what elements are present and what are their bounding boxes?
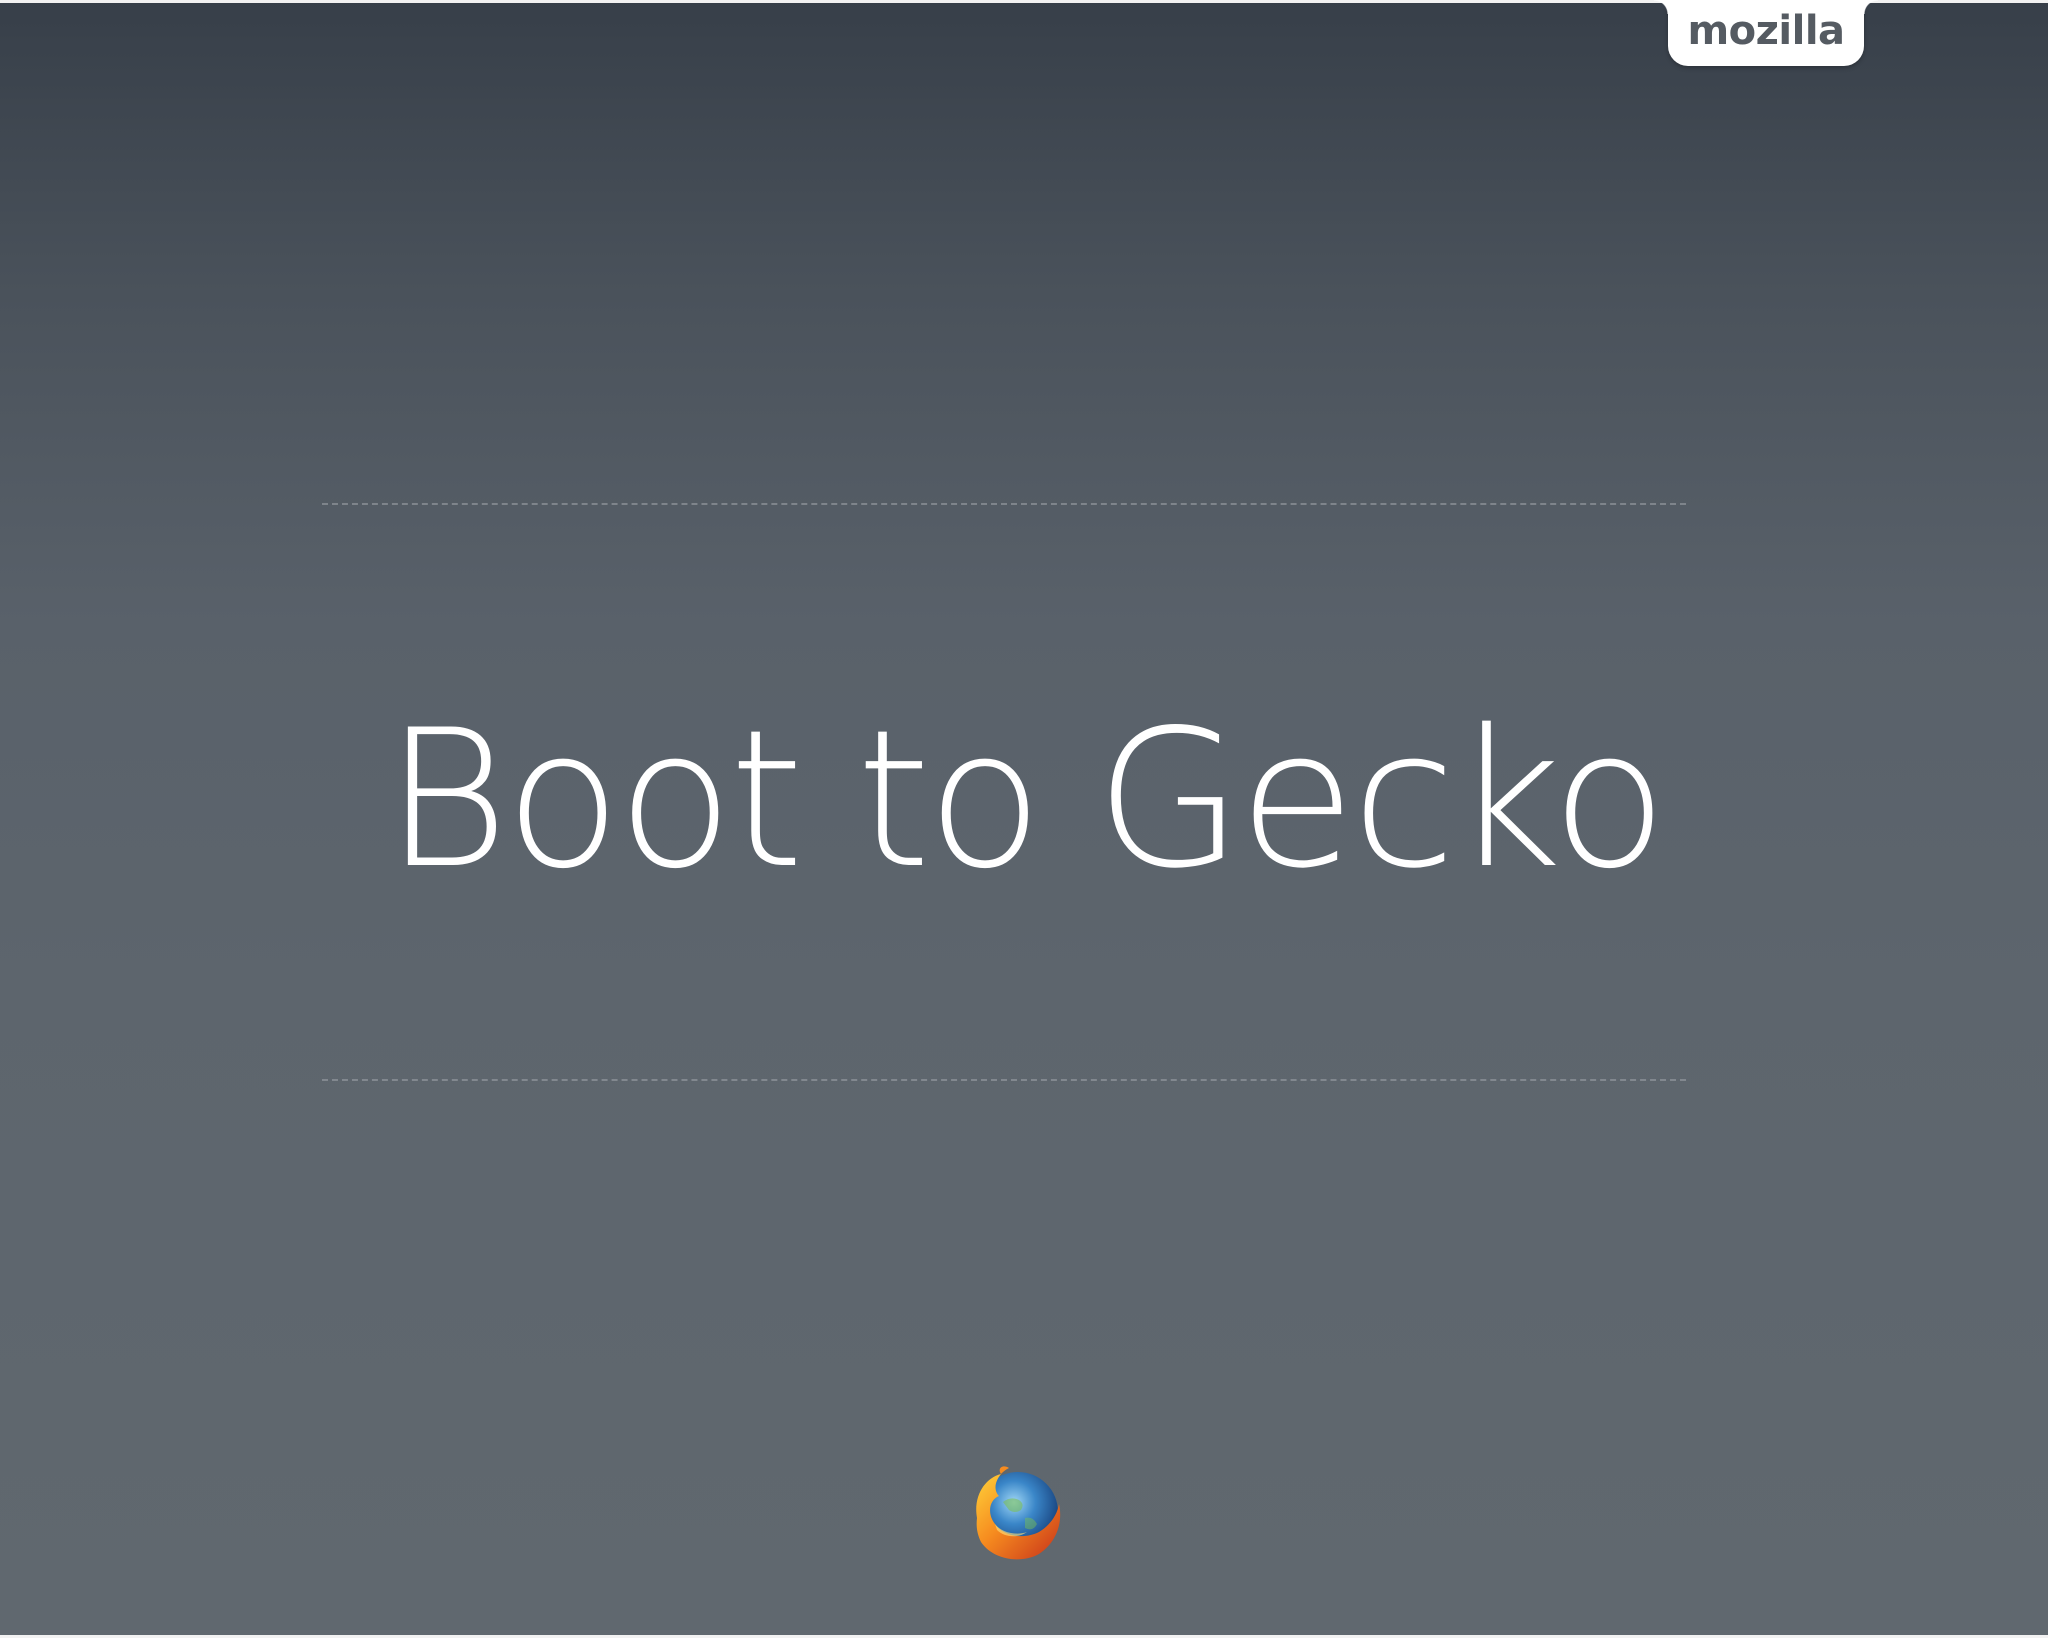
top-dashed-divider: [322, 503, 1686, 505]
slide-title: Boot to Gecko: [384, 689, 1667, 910]
mozilla-wordmark-tab: mozilla: [1654, 0, 1878, 66]
mozilla-wordmark: mozilla: [1687, 8, 1845, 54]
bottom-dashed-divider: [322, 1079, 1686, 1081]
firefox-logo-icon: [963, 1462, 1069, 1568]
